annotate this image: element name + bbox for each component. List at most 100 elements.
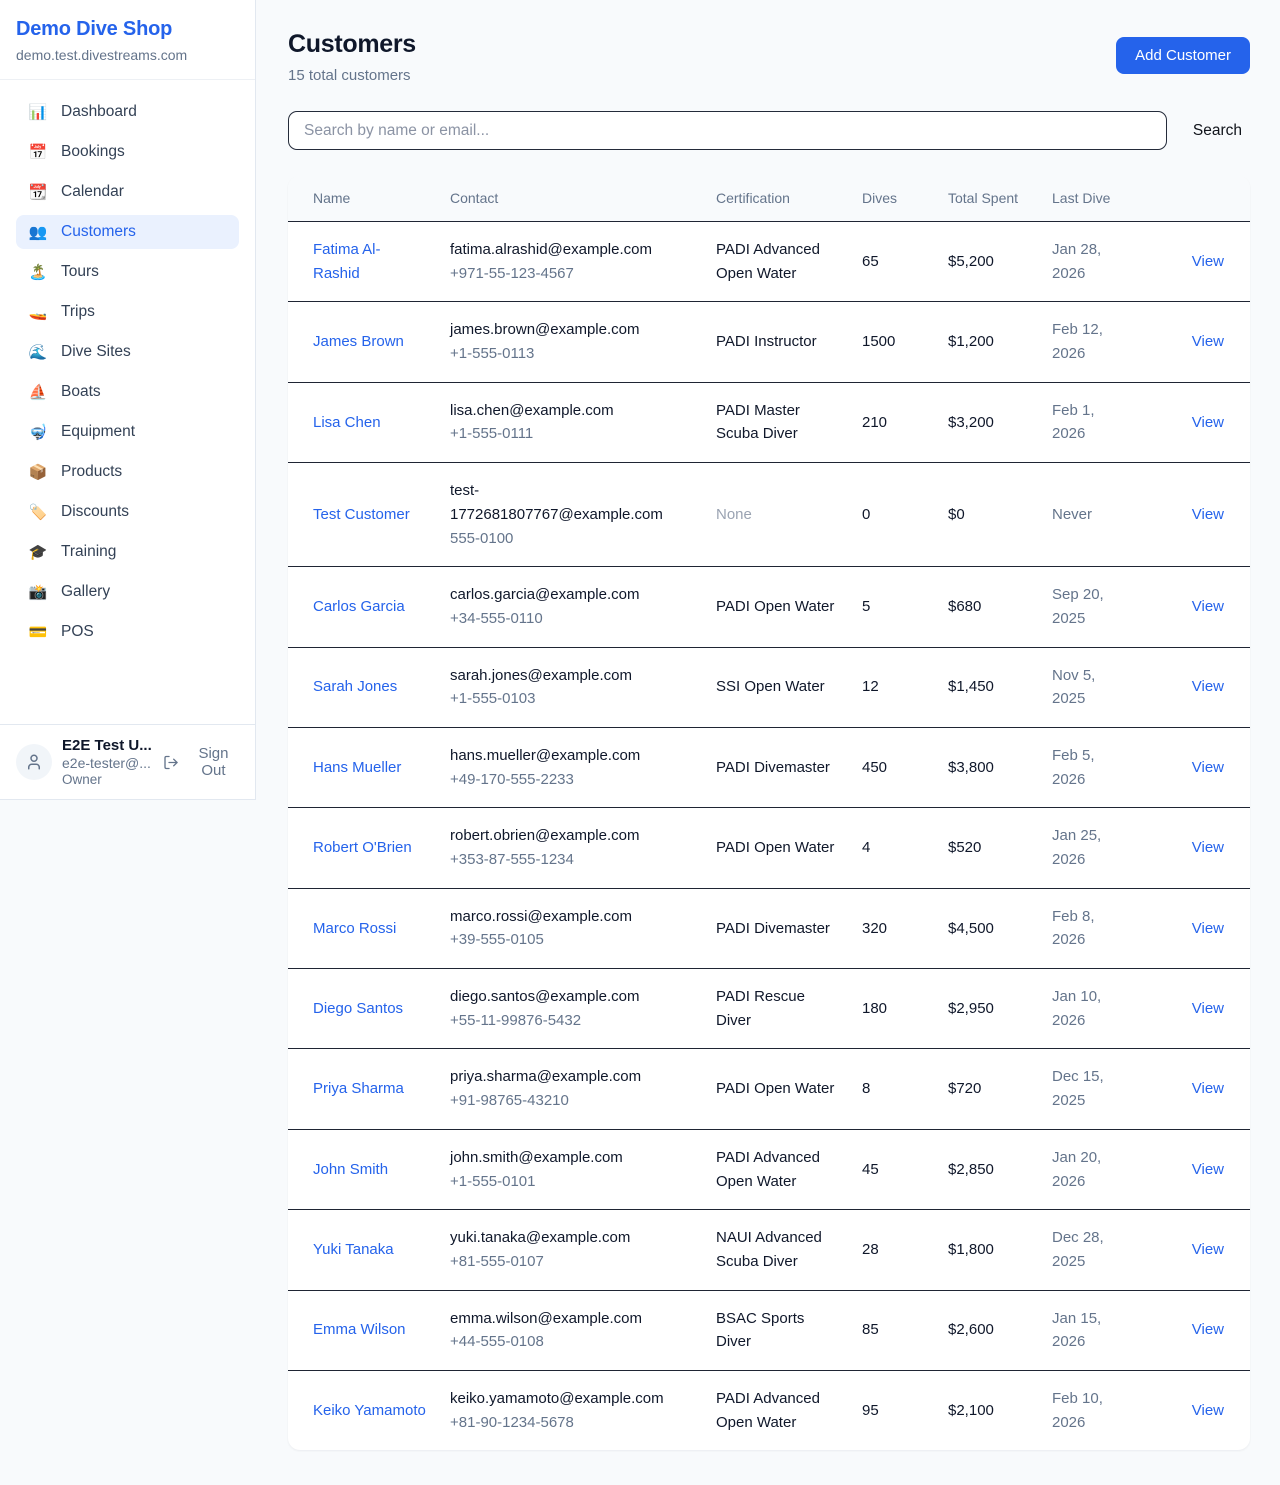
customer-contact: john.smith@example.com +1-555-0101 xyxy=(438,1129,704,1209)
sidebar-item-equipment[interactable]: 🤿 Equipment xyxy=(16,415,239,449)
sidebar-item-gallery[interactable]: 📸 Gallery xyxy=(16,575,239,609)
user-icon xyxy=(25,753,43,771)
view-customer-link[interactable]: View xyxy=(1192,506,1224,523)
customer-last-dive: Feb 8, 2026 xyxy=(1040,888,1140,968)
view-customer-link[interactable]: View xyxy=(1192,598,1224,615)
customers-icon: 👥 xyxy=(28,225,48,240)
customer-last-dive: Jan 28, 2026 xyxy=(1040,222,1140,302)
customer-phone: +81-90-1234-5678 xyxy=(450,1411,692,1435)
customer-name-link[interactable]: Marco Rossi xyxy=(313,920,396,937)
sidebar-item-discounts[interactable]: 🏷️ Discounts xyxy=(16,495,239,529)
sidebar-item-tours[interactable]: 🏝️ Tours xyxy=(16,255,239,289)
view-customer-link[interactable]: View xyxy=(1192,414,1224,431)
customer-name-link[interactable]: Emma Wilson xyxy=(313,1321,406,1338)
customer-name-link[interactable]: Robert O'Brien xyxy=(313,839,412,856)
dashboard-icon: 📊 xyxy=(28,105,48,120)
customer-dives: 210 xyxy=(850,382,936,462)
customer-last-dive: Jan 25, 2026 xyxy=(1040,808,1140,888)
user-info: E2E Test U... e2e-tester@... Owner xyxy=(62,737,153,787)
customer-contact: lisa.chen@example.com +1-555-0111 xyxy=(438,382,704,462)
customer-dives: 0 xyxy=(850,463,936,567)
sign-out-label: Sign Out xyxy=(186,745,241,779)
customer-name-link[interactable]: Priya Sharma xyxy=(313,1080,404,1097)
customer-name-link[interactable]: James Brown xyxy=(313,333,404,350)
view-customer-link[interactable]: View xyxy=(1192,1161,1224,1178)
customer-name-link[interactable]: Test Customer xyxy=(313,506,410,523)
customer-name-link[interactable]: Carlos Garcia xyxy=(313,598,405,615)
customer-contact: hans.mueller@example.com +49-170-555-223… xyxy=(438,727,704,807)
view-customer-link[interactable]: View xyxy=(1192,678,1224,695)
customer-last-dive: Dec 28, 2025 xyxy=(1040,1210,1140,1290)
customer-dives: 45 xyxy=(850,1129,936,1209)
table-row: Marco Rossi marco.rossi@example.com +39-… xyxy=(288,888,1250,968)
customer-contact: marco.rossi@example.com +39-555-0105 xyxy=(438,888,704,968)
customer-name-link[interactable]: Keiko Yamamoto xyxy=(313,1402,426,1419)
customer-dives: 65 xyxy=(850,222,936,302)
view-customer-link[interactable]: View xyxy=(1192,1321,1224,1338)
customer-contact: priya.sharma@example.com +91-98765-43210 xyxy=(438,1049,704,1129)
view-customer-link[interactable]: View xyxy=(1192,759,1224,776)
customer-contact: test-1772681807767@example.com 555-0100 xyxy=(438,463,704,567)
sidebar-item-bookings[interactable]: 📅 Bookings xyxy=(16,135,239,169)
customer-dives: 5 xyxy=(850,567,936,647)
search-button[interactable]: Search xyxy=(1167,122,1250,140)
table-row: Yuki Tanaka yuki.tanaka@example.com +81-… xyxy=(288,1210,1250,1290)
customer-last-dive: Feb 5, 2026 xyxy=(1040,727,1140,807)
view-customer-link[interactable]: View xyxy=(1192,1080,1224,1097)
view-customer-link[interactable]: View xyxy=(1192,333,1224,350)
customer-total-spent: $1,450 xyxy=(936,647,1040,727)
discounts-icon: 🏷️ xyxy=(28,505,48,520)
sidebar-item-training[interactable]: 🎓 Training xyxy=(16,535,239,569)
sidebar-nav: 📊 Dashboard 📅 Bookings 📆 Calendar 👥 Cust… xyxy=(0,80,255,724)
customer-phone: +1-555-0101 xyxy=(450,1170,692,1194)
sidebar-user-section: E2E Test U... e2e-tester@... Owner Sign … xyxy=(0,724,255,799)
sign-out-button[interactable]: Sign Out xyxy=(163,745,241,779)
customer-name-link[interactable]: Diego Santos xyxy=(313,1000,403,1017)
customer-count: 15 total customers xyxy=(288,67,416,84)
customer-email: test-1772681807767@example.com xyxy=(450,479,692,526)
gallery-icon: 📸 xyxy=(28,585,48,600)
sidebar-item-trips[interactable]: 🚤 Trips xyxy=(16,295,239,329)
avatar xyxy=(16,744,52,780)
customer-name-link[interactable]: Hans Mueller xyxy=(313,759,401,776)
sidebar-item-products[interactable]: 📦 Products xyxy=(16,455,239,489)
customer-name-link[interactable]: Lisa Chen xyxy=(313,414,381,431)
view-customer-link[interactable]: View xyxy=(1192,839,1224,856)
view-customer-link[interactable]: View xyxy=(1192,1241,1224,1258)
products-icon: 📦 xyxy=(28,465,48,480)
view-customer-link[interactable]: View xyxy=(1192,1402,1224,1419)
user-role: Owner xyxy=(62,772,153,787)
customer-total-spent: $2,600 xyxy=(936,1290,1040,1370)
customer-total-spent: $3,200 xyxy=(936,382,1040,462)
customer-name-link[interactable]: Sarah Jones xyxy=(313,678,397,695)
page-title: Customers xyxy=(288,30,416,59)
customer-email: marco.rossi@example.com xyxy=(450,905,692,929)
customer-certification: None xyxy=(704,463,850,567)
sidebar-item-dashboard[interactable]: 📊 Dashboard xyxy=(16,95,239,129)
sidebar-item-dive-sites[interactable]: 🌊 Dive Sites xyxy=(16,335,239,369)
sidebar-item-calendar[interactable]: 📆 Calendar xyxy=(16,175,239,209)
customer-phone: +44-555-0108 xyxy=(450,1330,692,1354)
customer-contact: carlos.garcia@example.com +34-555-0110 xyxy=(438,567,704,647)
column-header-dives: Dives xyxy=(850,176,936,222)
customer-name-link[interactable]: Yuki Tanaka xyxy=(313,1241,394,1258)
customer-name-link[interactable]: Fatima Al-Rashid xyxy=(313,241,381,282)
customer-total-spent: $1,200 xyxy=(936,302,1040,382)
sidebar: Demo Dive Shop demo.test.divestreams.com… xyxy=(0,0,256,800)
customer-dives: 1500 xyxy=(850,302,936,382)
view-customer-link[interactable]: View xyxy=(1192,920,1224,937)
customer-total-spent: $2,850 xyxy=(936,1129,1040,1209)
search-input[interactable] xyxy=(288,111,1167,150)
customer-certification: PADI Open Water xyxy=(704,1049,850,1129)
view-customer-link[interactable]: View xyxy=(1192,253,1224,270)
sidebar-item-customers[interactable]: 👥 Customers xyxy=(16,215,239,249)
column-header-contact: Contact xyxy=(438,176,704,222)
customer-certification: PADI Divemaster xyxy=(704,888,850,968)
add-customer-button[interactable]: Add Customer xyxy=(1116,37,1250,74)
customer-email: hans.mueller@example.com xyxy=(450,744,692,768)
customer-name-link[interactable]: John Smith xyxy=(313,1161,388,1178)
sidebar-item-pos[interactable]: 💳 POS xyxy=(16,615,239,649)
view-customer-link[interactable]: View xyxy=(1192,1000,1224,1017)
customer-certification: BSAC Sports Diver xyxy=(704,1290,850,1370)
sidebar-item-boats[interactable]: ⛵ Boats xyxy=(16,375,239,409)
